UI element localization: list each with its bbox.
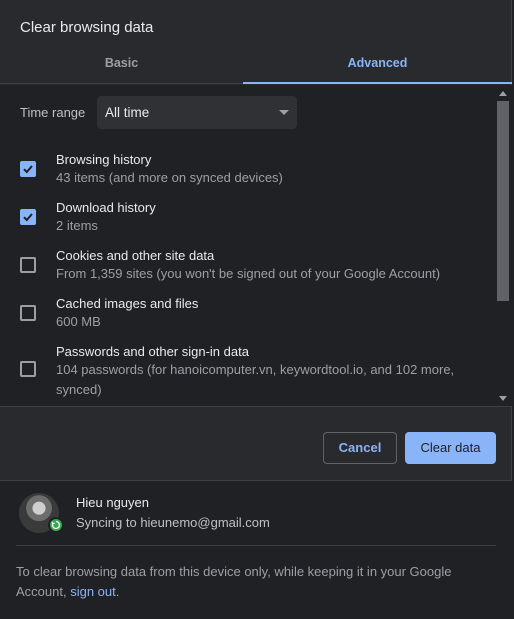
avatar — [19, 493, 64, 533]
checkbox-cached-images[interactable] — [20, 305, 36, 321]
checkbox-browsing-history[interactable] — [20, 161, 36, 177]
checkmark-icon — [23, 165, 33, 174]
cancel-button[interactable]: Cancel — [323, 432, 397, 464]
option-desc: 43 items (and more on synced devices) — [56, 170, 283, 185]
account-footer: Hieu nguyen Syncing to hieunemo@gmail.co… — [0, 480, 512, 619]
scroll-up-arrow-icon[interactable] — [499, 91, 507, 96]
clear-data-button[interactable]: Clear data — [405, 432, 496, 464]
clear-browsing-data-dialog: Clear browsing data Basic Advanced Time … — [0, 0, 512, 619]
scrollbar[interactable] — [495, 85, 512, 406]
checkbox-passwords[interactable] — [20, 361, 36, 377]
dialog-title: Clear browsing data — [20, 19, 154, 36]
checkbox-download-history[interactable] — [20, 209, 36, 225]
option-title: Cached images and files — [56, 296, 199, 311]
option-title: Passwords and other sign-in data — [56, 344, 249, 359]
scroll-down-arrow-icon[interactable] — [499, 396, 507, 401]
divider — [16, 545, 496, 546]
options-scroll-area: Time range All time Browsing history 43 … — [0, 85, 512, 407]
sync-icon — [48, 517, 64, 533]
tab-advanced[interactable]: Advanced — [243, 50, 512, 84]
tab-basic[interactable]: Basic — [0, 50, 243, 84]
option-desc: 104 passwords (for hanoicomputer.vn, key… — [56, 362, 455, 397]
checkbox-cookies[interactable] — [20, 257, 36, 273]
option-title: Browsing history — [56, 152, 152, 167]
active-tab-indicator — [243, 82, 512, 84]
sign-out-link[interactable]: sign out — [70, 584, 116, 599]
scrollbar-thumb[interactable] — [497, 101, 509, 301]
time-range-label: Time range — [20, 105, 86, 120]
dropdown-arrow-icon — [279, 110, 289, 115]
account-name: Hieu nguyen — [76, 495, 149, 510]
tab-bar: Basic Advanced — [0, 50, 512, 84]
option-title: Download history — [56, 200, 156, 215]
checkmark-icon — [23, 213, 33, 222]
time-range-select[interactable]: All time — [97, 96, 297, 129]
option-desc: From 1,359 sites (you won't be signed ou… — [56, 266, 441, 281]
sign-out-info: To clear browsing data from this device … — [16, 562, 496, 602]
info-tail: . — [115, 584, 120, 599]
option-desc: 2 items — [56, 218, 98, 233]
sync-status: Syncing to hieunemo@gmail.com — [76, 515, 270, 530]
option-title: Cookies and other site data — [56, 248, 215, 263]
option-desc: 600 MB — [56, 314, 101, 329]
time-range-value: All time — [105, 105, 150, 120]
